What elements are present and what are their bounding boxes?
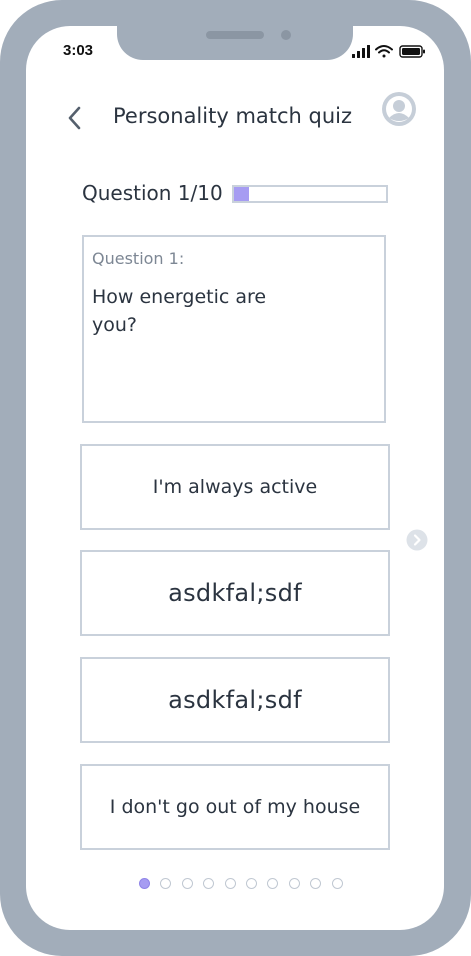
question-counter: Question 1/10	[82, 181, 223, 205]
page-title: Personality match quiz	[113, 104, 353, 128]
next-question-button[interactable]	[406, 529, 428, 551]
question-label: Question 1:	[92, 249, 185, 268]
page-dot[interactable]	[181, 878, 193, 889]
front-camera	[281, 30, 291, 40]
answer-option-1[interactable]: I'm always active	[80, 444, 390, 530]
progress-bar	[232, 185, 388, 203]
battery-icon	[399, 45, 425, 58]
status-icons	[352, 45, 425, 58]
wifi-icon	[375, 45, 393, 58]
page-dot[interactable]	[160, 878, 172, 889]
answer-option-4[interactable]: I don't go out of my house	[80, 764, 390, 850]
phone-notch	[117, 18, 353, 60]
pagination-dots	[139, 878, 343, 890]
page-dot[interactable]	[245, 878, 257, 889]
question-card: Question 1: How energetic are you?	[82, 235, 386, 423]
phone-frame: 3:03 Personality match quiz Question 1/1…	[0, 0, 471, 956]
page-dot[interactable]	[139, 878, 150, 889]
answer-option-2[interactable]: asdkfal;sdf	[80, 550, 390, 636]
user-avatar-icon[interactable]	[381, 91, 417, 127]
question-text: How energetic are you?	[92, 286, 267, 336]
page-dot[interactable]	[288, 878, 300, 889]
back-button[interactable]	[60, 104, 90, 134]
progress-fill	[234, 187, 250, 201]
signal-icon	[352, 45, 370, 58]
chevron-left-icon	[68, 106, 81, 130]
page-dot[interactable]	[331, 878, 343, 889]
status-time: 3:03	[63, 42, 94, 59]
page-dot[interactable]	[224, 878, 236, 889]
page-dot[interactable]	[203, 878, 215, 889]
page-dot[interactable]	[267, 878, 279, 889]
page-dot[interactable]	[310, 878, 322, 889]
answer-option-3[interactable]: asdkfal;sdf	[80, 657, 390, 743]
speaker-grille	[206, 31, 264, 39]
